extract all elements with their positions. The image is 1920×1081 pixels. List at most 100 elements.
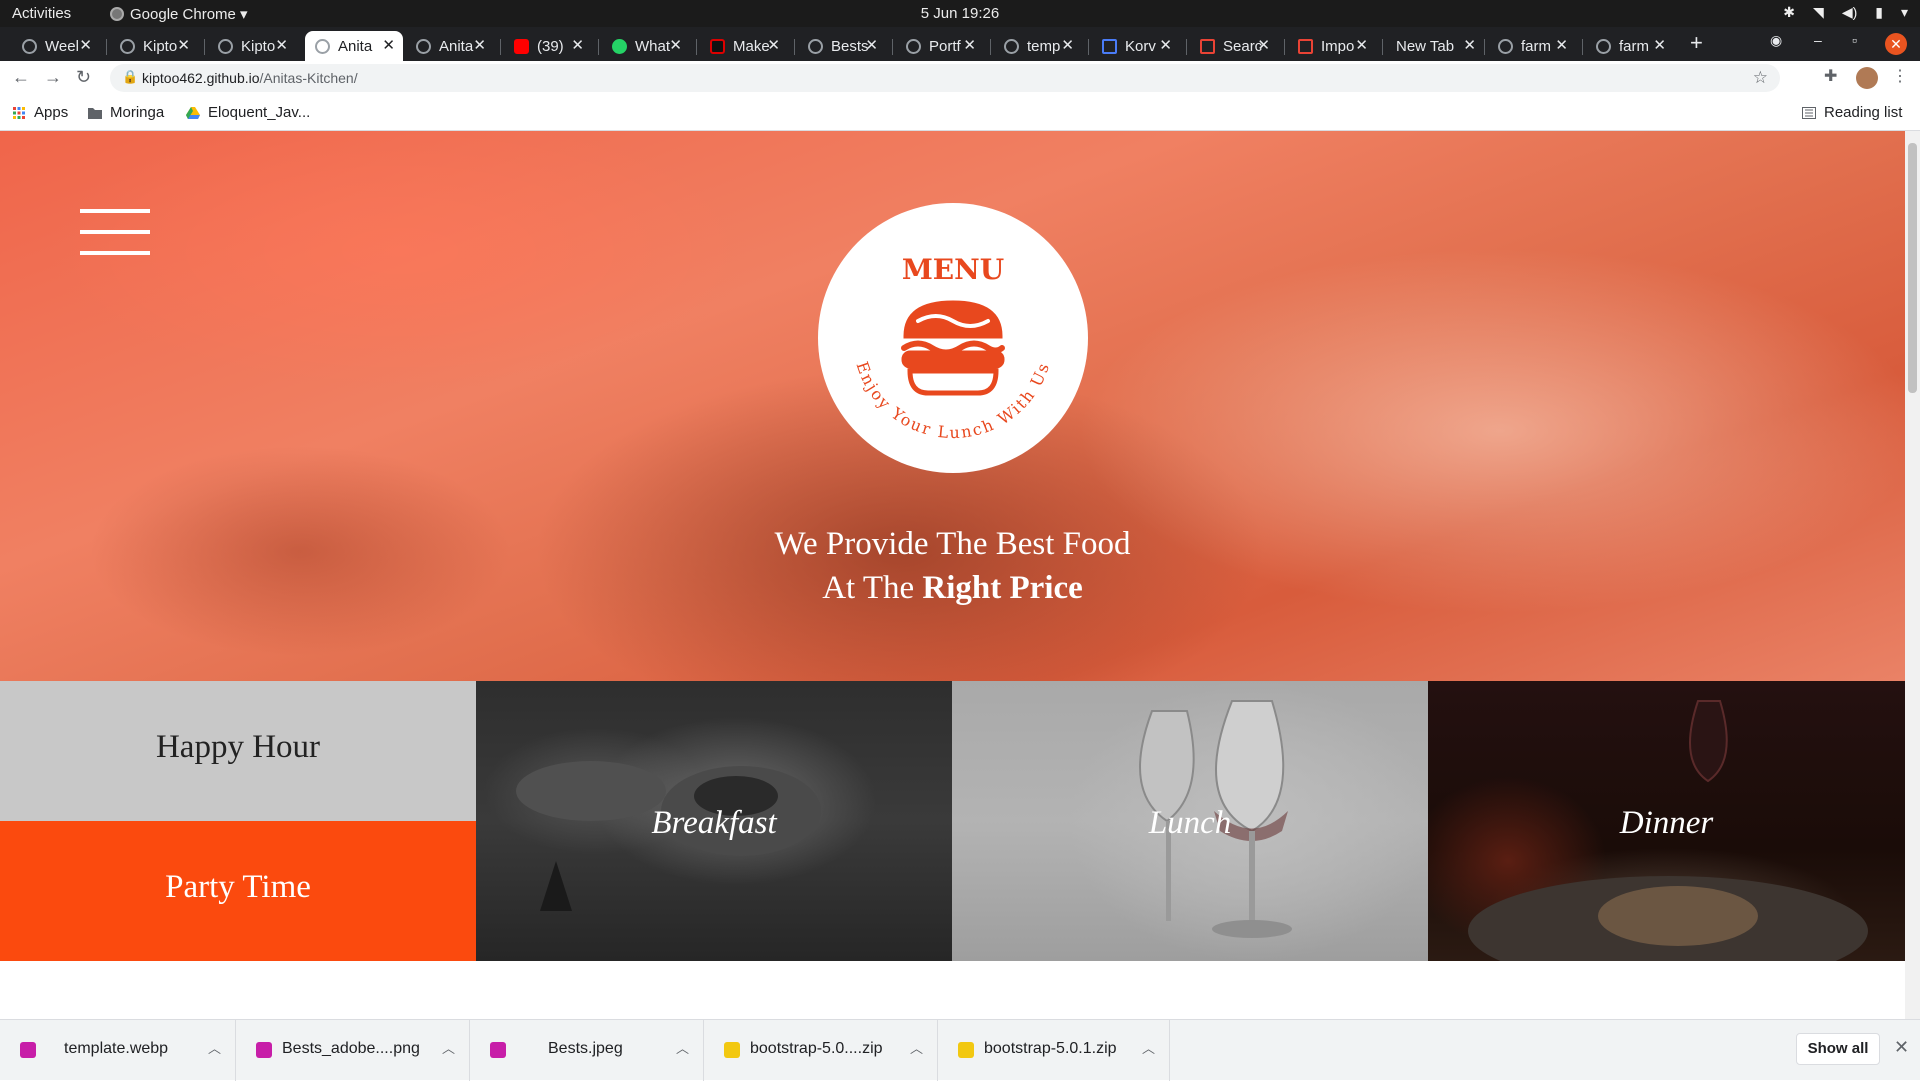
tab-favicon-icon: [218, 38, 233, 54]
tab-close-icon[interactable]: ✕: [571, 36, 584, 54]
tab-close-icon[interactable]: ✕: [1463, 36, 1476, 54]
tab-favicon-icon: [1004, 38, 1019, 54]
gmail-icon: [1200, 38, 1215, 54]
page-scrollbar[interactable]: [1905, 131, 1920, 1019]
download-item[interactable]: Bests.jpeg ︿: [470, 1020, 704, 1081]
forward-arrow-icon[interactable]: →: [44, 67, 62, 88]
back-arrow-icon[interactable]: ←: [12, 67, 30, 88]
tab-close-icon[interactable]: ✕: [963, 36, 976, 54]
chevron-up-icon[interactable]: ︿: [208, 1038, 221, 1057]
whatsapp-icon: [612, 38, 627, 54]
close-shelf-icon[interactable]: ✕: [1894, 1037, 1909, 1058]
tab-14[interactable]: New Tab ✕: [1386, 31, 1484, 61]
power-menu-icon: ▾: [1900, 4, 1908, 20]
tab-close-icon[interactable]: ✕: [177, 36, 190, 54]
system-tray[interactable]: ✱ ◥ ◀) ▮ ▾: [1783, 4, 1908, 21]
tab-close-icon[interactable]: ✕: [1355, 36, 1368, 54]
chevron-up-icon[interactable]: ︿: [1142, 1038, 1155, 1057]
restore-button[interactable]: ▫: [1852, 32, 1857, 48]
tab-close-icon[interactable]: ✕: [865, 36, 878, 54]
folder-icon: [88, 107, 102, 119]
zip-file-icon: [958, 1042, 974, 1058]
download-item[interactable]: bootstrap-5.0....zip ︿: [704, 1020, 938, 1081]
tab-close-icon[interactable]: ✕: [382, 36, 395, 54]
new-tab-button[interactable]: +: [1690, 30, 1703, 56]
tab-7[interactable]: Make ✕: [700, 31, 788, 61]
site-icon: [710, 38, 725, 54]
chevron-up-icon[interactable]: ︿: [676, 1038, 689, 1057]
tab-close-icon[interactable]: ✕: [1257, 36, 1270, 54]
tab-close-icon[interactable]: ✕: [669, 36, 682, 54]
happy-hour-tile[interactable]: Happy Hour: [0, 681, 476, 821]
party-time-tile[interactable]: Party Time: [0, 821, 476, 961]
tab-0[interactable]: Weel ✕: [12, 31, 100, 61]
tab-6[interactable]: What ✕: [602, 31, 690, 61]
dinner-tile[interactable]: Dinner: [1428, 681, 1905, 961]
tab-4[interactable]: Anita ✕: [406, 31, 494, 61]
tab-close-icon[interactable]: ✕: [1653, 36, 1666, 54]
tab-2[interactable]: Kipto ✕: [208, 31, 296, 61]
tab-3-active[interactable]: Anita ✕: [305, 31, 403, 61]
lunch-tile[interactable]: Lunch: [952, 681, 1428, 961]
tab-label: Anita: [338, 37, 373, 55]
lunch-label: Lunch: [1148, 805, 1232, 841]
tab-11[interactable]: Korv ✕: [1092, 31, 1180, 61]
tab-5[interactable]: (39) ✕: [504, 31, 592, 61]
scrollbar-thumb[interactable]: [1908, 143, 1917, 393]
tab-8[interactable]: Bests ✕: [798, 31, 886, 61]
chevron-up-icon[interactable]: ︿: [910, 1038, 923, 1057]
breakfast-tile[interactable]: Breakfast: [476, 681, 952, 961]
tab-close-icon[interactable]: ✕: [1555, 36, 1568, 54]
download-item[interactable]: Bests_adobe....png ︿: [236, 1020, 470, 1081]
google-drive-icon: [186, 106, 200, 119]
url-host: kiptoo462.github.io: [142, 70, 260, 86]
profile-avatar[interactable]: [1856, 67, 1878, 89]
tab-close-icon[interactable]: ✕: [79, 36, 92, 54]
bookmark-star-icon[interactable]: ☆: [1753, 68, 1768, 88]
tab-13[interactable]: Impo ✕: [1288, 31, 1376, 61]
tab-15[interactable]: farm ✕: [1488, 31, 1576, 61]
show-all-button[interactable]: Show all: [1796, 1033, 1880, 1065]
extensions-puzzle-icon[interactable]: ✚: [1824, 66, 1837, 86]
page-viewport: MENU Enjoy Your Lunch With Us We Provide…: [0, 131, 1905, 1019]
tab-close-icon[interactable]: ✕: [275, 36, 288, 54]
slack-icon: ✱: [1783, 4, 1796, 20]
tab-1[interactable]: Kipto ✕: [110, 31, 198, 61]
tab-12[interactable]: Searc ✕: [1190, 31, 1278, 61]
minimize-button[interactable]: –: [1814, 32, 1822, 48]
tab-favicon-icon: [808, 38, 823, 54]
bookmark-label: Apps: [34, 104, 69, 121]
reload-icon[interactable]: ↻: [76, 67, 91, 88]
happy-hour-label: Happy Hour: [155, 729, 321, 765]
bookmark-apps[interactable]: Apps: [12, 104, 68, 121]
tab-favicon-icon: [1596, 38, 1611, 54]
clock[interactable]: 5 Jun 19:26: [0, 5, 1920, 22]
url-text[interactable]: kiptoo462.github.io/Anitas-Kitchen/: [142, 70, 358, 86]
slogan-bold: Right Price: [922, 570, 1083, 606]
hamburger-menu-icon[interactable]: [80, 209, 150, 272]
bookmark-eloquent[interactable]: Eloquent_Jav...: [186, 104, 310, 121]
tab-close-icon[interactable]: ✕: [1061, 36, 1074, 54]
download-filename: bootstrap-5.0....zip: [750, 1040, 883, 1057]
address-bar[interactable]: 🔒 kiptoo462.github.io/Anitas-Kitchen/ ☆: [110, 64, 1780, 92]
download-item[interactable]: bootstrap-5.0.1.zip ︿: [938, 1020, 1170, 1081]
slogan-line-1: We Provide The Best Food: [774, 526, 1131, 562]
lock-icon[interactable]: 🔒: [122, 69, 138, 85]
chrome-menu-icon[interactable]: ⋮: [1892, 66, 1908, 86]
close-window-button[interactable]: ✕: [1885, 33, 1907, 55]
tab-close-icon[interactable]: ✕: [473, 36, 486, 54]
slogan-prefix: At The: [822, 570, 923, 606]
tab-16[interactable]: farm ✕: [1586, 31, 1674, 61]
download-filename: template.webp: [64, 1040, 169, 1057]
tab-10[interactable]: temp ✕: [994, 31, 1082, 61]
menu-badge: MENU Enjoy Your Lunch With Us: [818, 203, 1088, 473]
tab-search-icon[interactable]: ◉: [1770, 32, 1782, 49]
tab-9[interactable]: Portf ✕: [896, 31, 984, 61]
tab-close-icon[interactable]: ✕: [767, 36, 780, 54]
chevron-up-icon[interactable]: ︿: [442, 1038, 455, 1057]
download-filename: bootstrap-5.0.1.zip: [984, 1040, 1117, 1057]
bookmark-moringa[interactable]: Moringa: [88, 104, 164, 121]
tab-close-icon[interactable]: ✕: [1159, 36, 1172, 54]
download-item[interactable]: template.webp ︿: [0, 1020, 236, 1081]
reading-list-button[interactable]: Reading list: [1802, 104, 1902, 121]
